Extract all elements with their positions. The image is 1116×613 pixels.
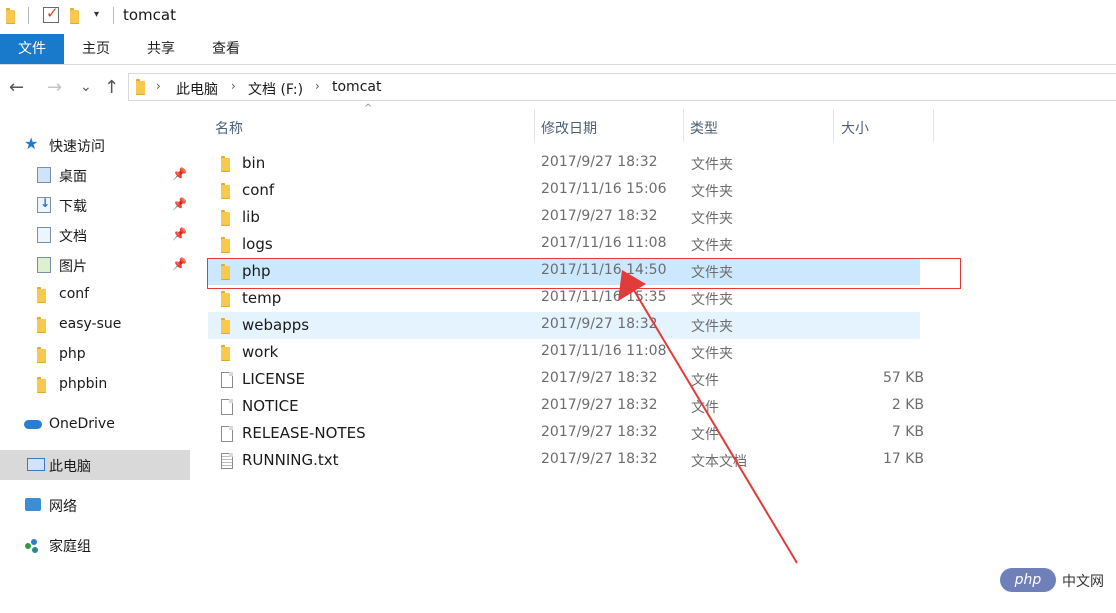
watermark-text: 中文网 [1062, 574, 1104, 590]
watermark-logo: php [1000, 568, 1056, 592]
watermark: php 中文网 [1000, 566, 1110, 596]
annotation-arrow [618, 270, 798, 564]
